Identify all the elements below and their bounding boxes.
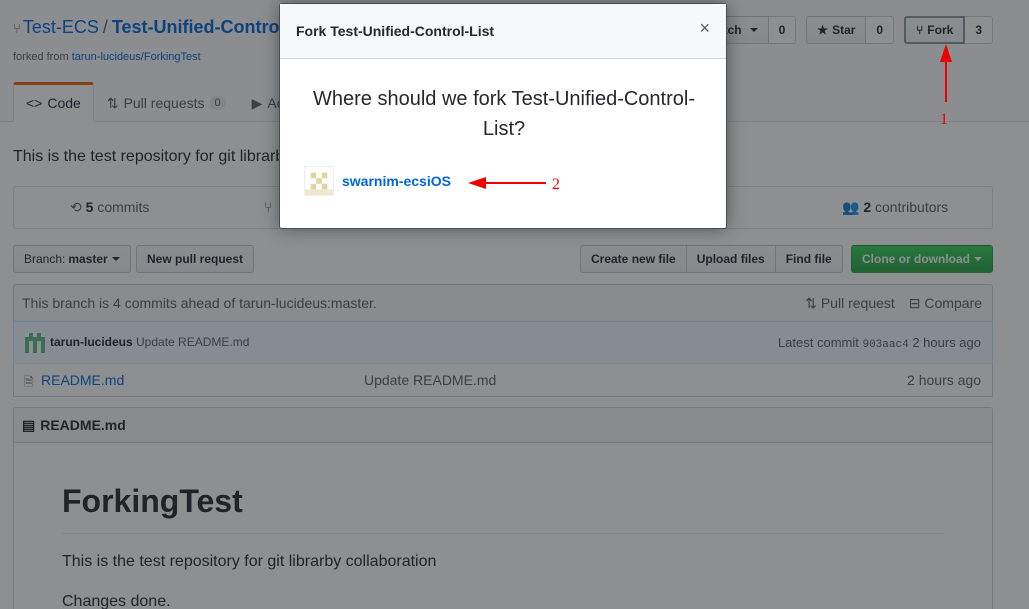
fork-dialog-header: Fork Test-Unified-Control-List × [280,4,726,59]
fork-dialog-title: Fork Test-Unified-Control-List [296,23,495,39]
target-avatar [304,166,334,196]
fork-target-name[interactable]: swarnim-ecsiOS [342,173,451,189]
fork-dialog-question: Where should we fork Test-Unified-Contro… [312,88,695,140]
fork-target-option[interactable]: swarnim-ecsiOS [304,166,451,196]
close-icon[interactable]: × [699,19,710,37]
fork-dialog: Fork Test-Unified-Control-List × Where s… [279,3,727,229]
